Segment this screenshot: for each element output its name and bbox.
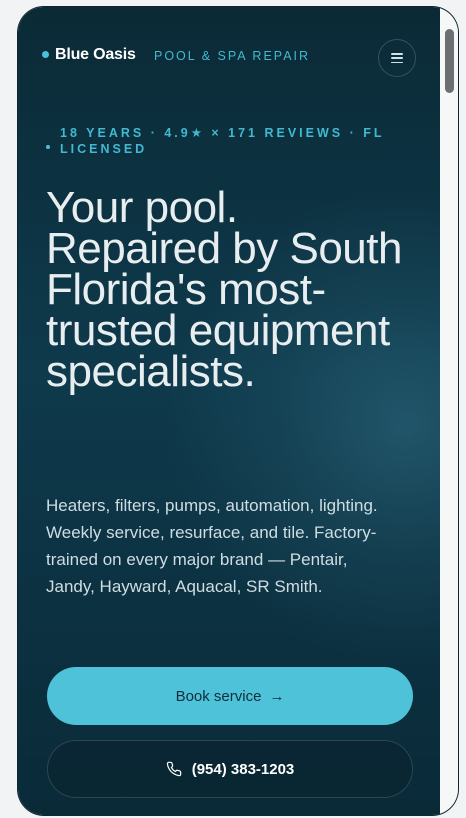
phone-icon (166, 761, 181, 777)
book-service-label: Book service (175, 687, 262, 705)
brand-dot-icon (42, 51, 49, 58)
call-phone-button[interactable]: (954) 383-1203 (47, 740, 413, 798)
hero-headline: Your pool. Repaired by South Florida's m… (46, 183, 402, 396)
book-service-button[interactable]: Book service → (47, 667, 413, 725)
scrollbar-track[interactable] (440, 7, 458, 815)
top-nav: Blue Oasis POOL & SPA REPAIR (42, 37, 422, 77)
eyebrow-text: 18 YEARS · 4.9★ × 171 REVIEWS · FL LICEN… (60, 126, 385, 156)
hamburger-icon (391, 53, 403, 63)
brand-name[interactable]: Blue Oasis (55, 46, 136, 64)
eyebrow-dot-icon (46, 145, 50, 149)
phone-viewport: Blue Oasis POOL & SPA REPAIR 18 YEARS · … (18, 7, 458, 815)
arrow-right-icon: → (269, 687, 285, 705)
hero-lede: Heaters, filters, pumps, automation, lig… (46, 496, 378, 596)
scrollbar-thumb[interactable] (445, 29, 454, 93)
phone-number-label: (954) 383-1203 (191, 760, 295, 778)
brand-tagline: POOL & SPA REPAIR (154, 49, 311, 63)
menu-button[interactable] (378, 39, 416, 77)
